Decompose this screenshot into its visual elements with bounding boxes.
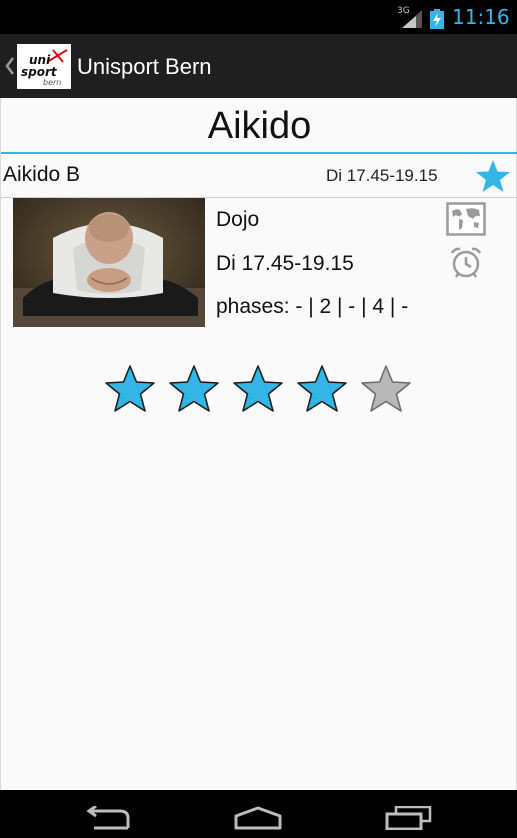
back-icon[interactable] <box>84 806 132 830</box>
svg-text:sport: sport <box>21 65 58 79</box>
svg-text:bern: bern <box>43 78 61 87</box>
status-bar: 3G 11:16 <box>0 0 517 34</box>
app-title: Unisport Bern <box>77 54 212 79</box>
rating-star-3-icon[interactable] <box>232 364 284 414</box>
map-icon[interactable] <box>446 202 486 236</box>
alarm-clock-icon[interactable] <box>449 245 483 279</box>
course-detail-time: Di 17.45-19.15 <box>216 252 354 275</box>
unisport-logo[interactable]: uni sport bern <box>17 44 71 89</box>
favorite-star-icon[interactable] <box>475 159 511 193</box>
course-time: Di 17.45-19.15 <box>326 166 438 185</box>
system-navigation-bar <box>0 790 517 838</box>
aikido-photo-image <box>13 198 205 327</box>
home-icon[interactable] <box>232 806 284 830</box>
recent-apps-icon[interactable] <box>384 806 432 830</box>
back-chevron-icon[interactable] <box>5 56 15 76</box>
course-photo <box>13 198 205 327</box>
unisport-logo-graphic: uni sport bern <box>21 49 68 87</box>
course-name: Aikido B <box>3 163 81 186</box>
course-phases: phases: - | 2 | - | 4 | - <box>216 295 409 318</box>
rating-star-4-icon[interactable] <box>296 364 348 414</box>
course-location: Dojo <box>216 208 260 231</box>
page-title: Aikido <box>207 105 312 147</box>
rating-star-5-icon[interactable] <box>360 364 412 414</box>
rating-star-2-icon[interactable] <box>168 364 220 414</box>
course-detail-content: Aikido Aikido B Di 17.45-19.15 Dojo Di 1… <box>0 98 517 790</box>
rating-star-1-icon[interactable] <box>104 364 156 414</box>
signal-icon <box>402 10 422 28</box>
clock: 11:16 <box>452 5 510 29</box>
course-header-row[interactable]: Aikido B Di 17.45-19.15 <box>1 154 517 198</box>
action-bar: uni sport bern Unisport Bern <box>0 34 517 98</box>
battery-charging-icon <box>430 9 444 29</box>
